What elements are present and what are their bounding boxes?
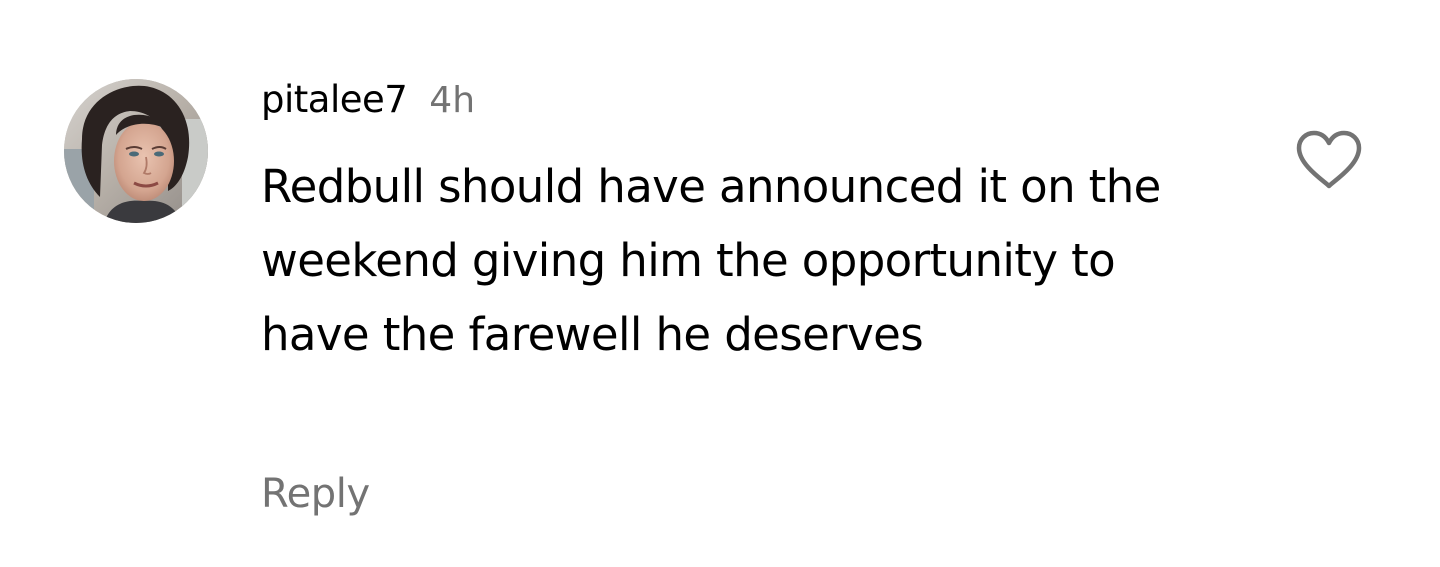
reply-button[interactable]: Reply: [261, 466, 370, 522]
avatar-photo: [64, 79, 208, 223]
comment-meta: pitalee7 4h: [261, 78, 475, 126]
username[interactable]: pitalee7: [261, 78, 408, 121]
like-button[interactable]: [1294, 129, 1364, 191]
timestamp: 4h: [429, 80, 476, 121]
heart-outline-icon: [1296, 130, 1362, 189]
comment: pitalee7 4h Redbull should have announce…: [0, 0, 1440, 567]
comment-text: Redbull should have announced it on the …: [261, 160, 1161, 361]
avatar[interactable]: [64, 79, 208, 223]
